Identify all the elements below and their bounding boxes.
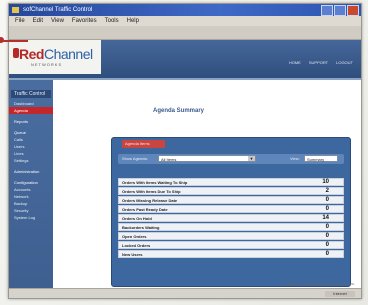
logo-accent-text: Channel — [43, 46, 93, 62]
main-content: Agenda Summary Agenda Items Show Agenda:… — [53, 80, 361, 288]
menu-edit[interactable]: Edit — [33, 16, 43, 26]
agenda-row-count: 0 — [325, 197, 329, 203]
menu-tools[interactable]: Tools — [105, 16, 119, 26]
logo-subtitle: NETWORKS — [31, 62, 63, 67]
view-label: View: — [290, 156, 300, 161]
menu-bar: File Edit View Favorites Tools Help — [9, 16, 361, 26]
window-title: sofChannel Traffic Control — [23, 7, 93, 13]
agenda-row-label: Orders Past Ready Date — [122, 207, 168, 212]
menu-file[interactable]: File — [15, 16, 25, 26]
logo[interactable]: RedChannel NETWORKS — [9, 40, 101, 74]
action-button[interactable]: New Request — [181, 298, 223, 299]
agenda-row-count: 14 — [322, 215, 329, 221]
agenda-row-label: New Users — [122, 252, 143, 257]
sidebar-section-title: Traffic Control — [11, 90, 51, 98]
agenda-row-count: 0 — [325, 224, 329, 230]
status-zone: Internet — [325, 291, 355, 297]
header-link-logout[interactable]: LOGOUT — [336, 60, 353, 65]
menu-help[interactable]: Help — [127, 16, 139, 26]
sidebar: Traffic Control Dashboard Agenda Reports Qu… — [9, 80, 53, 288]
minimize-button[interactable] — [321, 5, 333, 16]
agenda-list: Orders With Items Waiting To Ship 10 Order… — [118, 178, 344, 259]
sidebar-item[interactable]: Reports — [9, 118, 53, 125]
web-page: RedChannel NETWORKS HOME SUPPORT LOGOUT … — [9, 40, 361, 288]
filter-label: Show Agenda: — [122, 156, 148, 161]
sidebar-item[interactable]: System Log — [9, 214, 53, 221]
agenda-row-count: 0 — [325, 251, 329, 257]
header-link-support[interactable]: SUPPORT — [309, 60, 328, 65]
sidebar-item[interactable]: Lines — [9, 150, 53, 157]
chevron-down-icon[interactable]: ▼ — [248, 156, 255, 161]
agenda-row-label: Locked Orders — [122, 243, 151, 248]
maximize-button[interactable] — [334, 5, 346, 16]
agenda-row-label: Backorders Waiting — [122, 225, 160, 230]
browser-toolbar — [9, 26, 361, 40]
agenda-row[interactable]: Open Orders 0 — [118, 232, 344, 240]
agenda-row-count: 0 — [325, 206, 329, 212]
agenda-row-count: 0 — [325, 233, 329, 239]
agenda-row[interactable]: Orders With Items Waiting To Ship 10 — [118, 178, 344, 186]
sidebar-item[interactable]: Security — [9, 207, 53, 214]
action-button[interactable]: Show Traffic Log — [229, 298, 291, 299]
sidebar-item[interactable]: Configuration — [9, 179, 53, 186]
panel-title: Agenda Items — [122, 140, 165, 148]
page-title: Agenda Summary — [153, 108, 205, 114]
agenda-row[interactable]: Orders With Items Due To Ship 2 — [118, 187, 344, 195]
agenda-row-count: 2 — [325, 188, 329, 194]
agenda-row-label: Orders On Hold — [122, 216, 152, 221]
browser-window: sofChannel Traffic Control File Edit Vie… — [8, 3, 362, 299]
agenda-filter-select[interactable]: All Items ▼ — [158, 155, 256, 162]
sidebar-item[interactable]: Accounts — [9, 186, 53, 193]
menu-favorites[interactable]: Favorites — [72, 16, 97, 26]
site-header: RedChannel NETWORKS HOME SUPPORT LOGOUT — [9, 40, 361, 80]
sidebar-item[interactable]: Calls — [9, 136, 53, 143]
sidebar-item[interactable]: Users — [9, 143, 53, 150]
agenda-filter-value: All Items — [161, 157, 177, 162]
agenda-panel: Agenda Items Show Agenda: All Items ▼ Vi… — [111, 137, 351, 287]
sidebar-item[interactable]: Settings — [9, 157, 53, 164]
filter-row: Show Agenda: All Items ▼ View: Summary — [118, 154, 344, 164]
view-select-value: Summary — [307, 157, 325, 162]
header-link-home[interactable]: HOME — [289, 60, 301, 65]
menu-view[interactable]: View — [51, 16, 64, 26]
sidebar-item[interactable]: Agenda — [9, 107, 53, 114]
agenda-row[interactable]: Backorders Waiting 0 — [118, 223, 344, 231]
close-button[interactable] — [347, 5, 359, 16]
agenda-row-label: Orders With Items Due To Ship — [122, 189, 181, 194]
browser-icon — [12, 7, 19, 13]
sidebar-item[interactable]: Administration — [9, 168, 53, 175]
agenda-row[interactable]: Locked Orders 0 — [118, 241, 344, 249]
title-bar: sofChannel Traffic Control — [9, 4, 361, 16]
sidebar-item[interactable]: Network — [9, 193, 53, 200]
agenda-row[interactable]: Orders Missing Release Date 0 — [118, 196, 344, 204]
agenda-row-count: 0 — [325, 242, 329, 248]
sidebar-item[interactable]: Backup — [9, 200, 53, 207]
sidebar-item[interactable]: Queue — [9, 129, 53, 136]
agenda-row-label: Open Orders — [122, 234, 147, 239]
agenda-row[interactable]: New Users 0 — [118, 250, 344, 258]
status-bar: Internet — [9, 288, 361, 298]
agenda-row[interactable]: Orders Past Ready Date 0 — [118, 205, 344, 213]
agenda-row-label: Orders Missing Release Date — [122, 198, 178, 203]
footer-copyright: Copyright © 2006 RedChannel Networks, In… — [284, 282, 355, 286]
agenda-row-label: Orders With Items Waiting To Ship — [122, 180, 188, 185]
view-select[interactable]: Summary — [304, 155, 338, 162]
agenda-row-count: 10 — [322, 179, 329, 185]
agenda-row[interactable]: Orders On Hold 14 — [118, 214, 344, 222]
callout-line — [0, 40, 28, 42]
sidebar-item[interactable]: Dashboard — [9, 100, 53, 107]
logo-main-text: Red — [19, 46, 44, 62]
